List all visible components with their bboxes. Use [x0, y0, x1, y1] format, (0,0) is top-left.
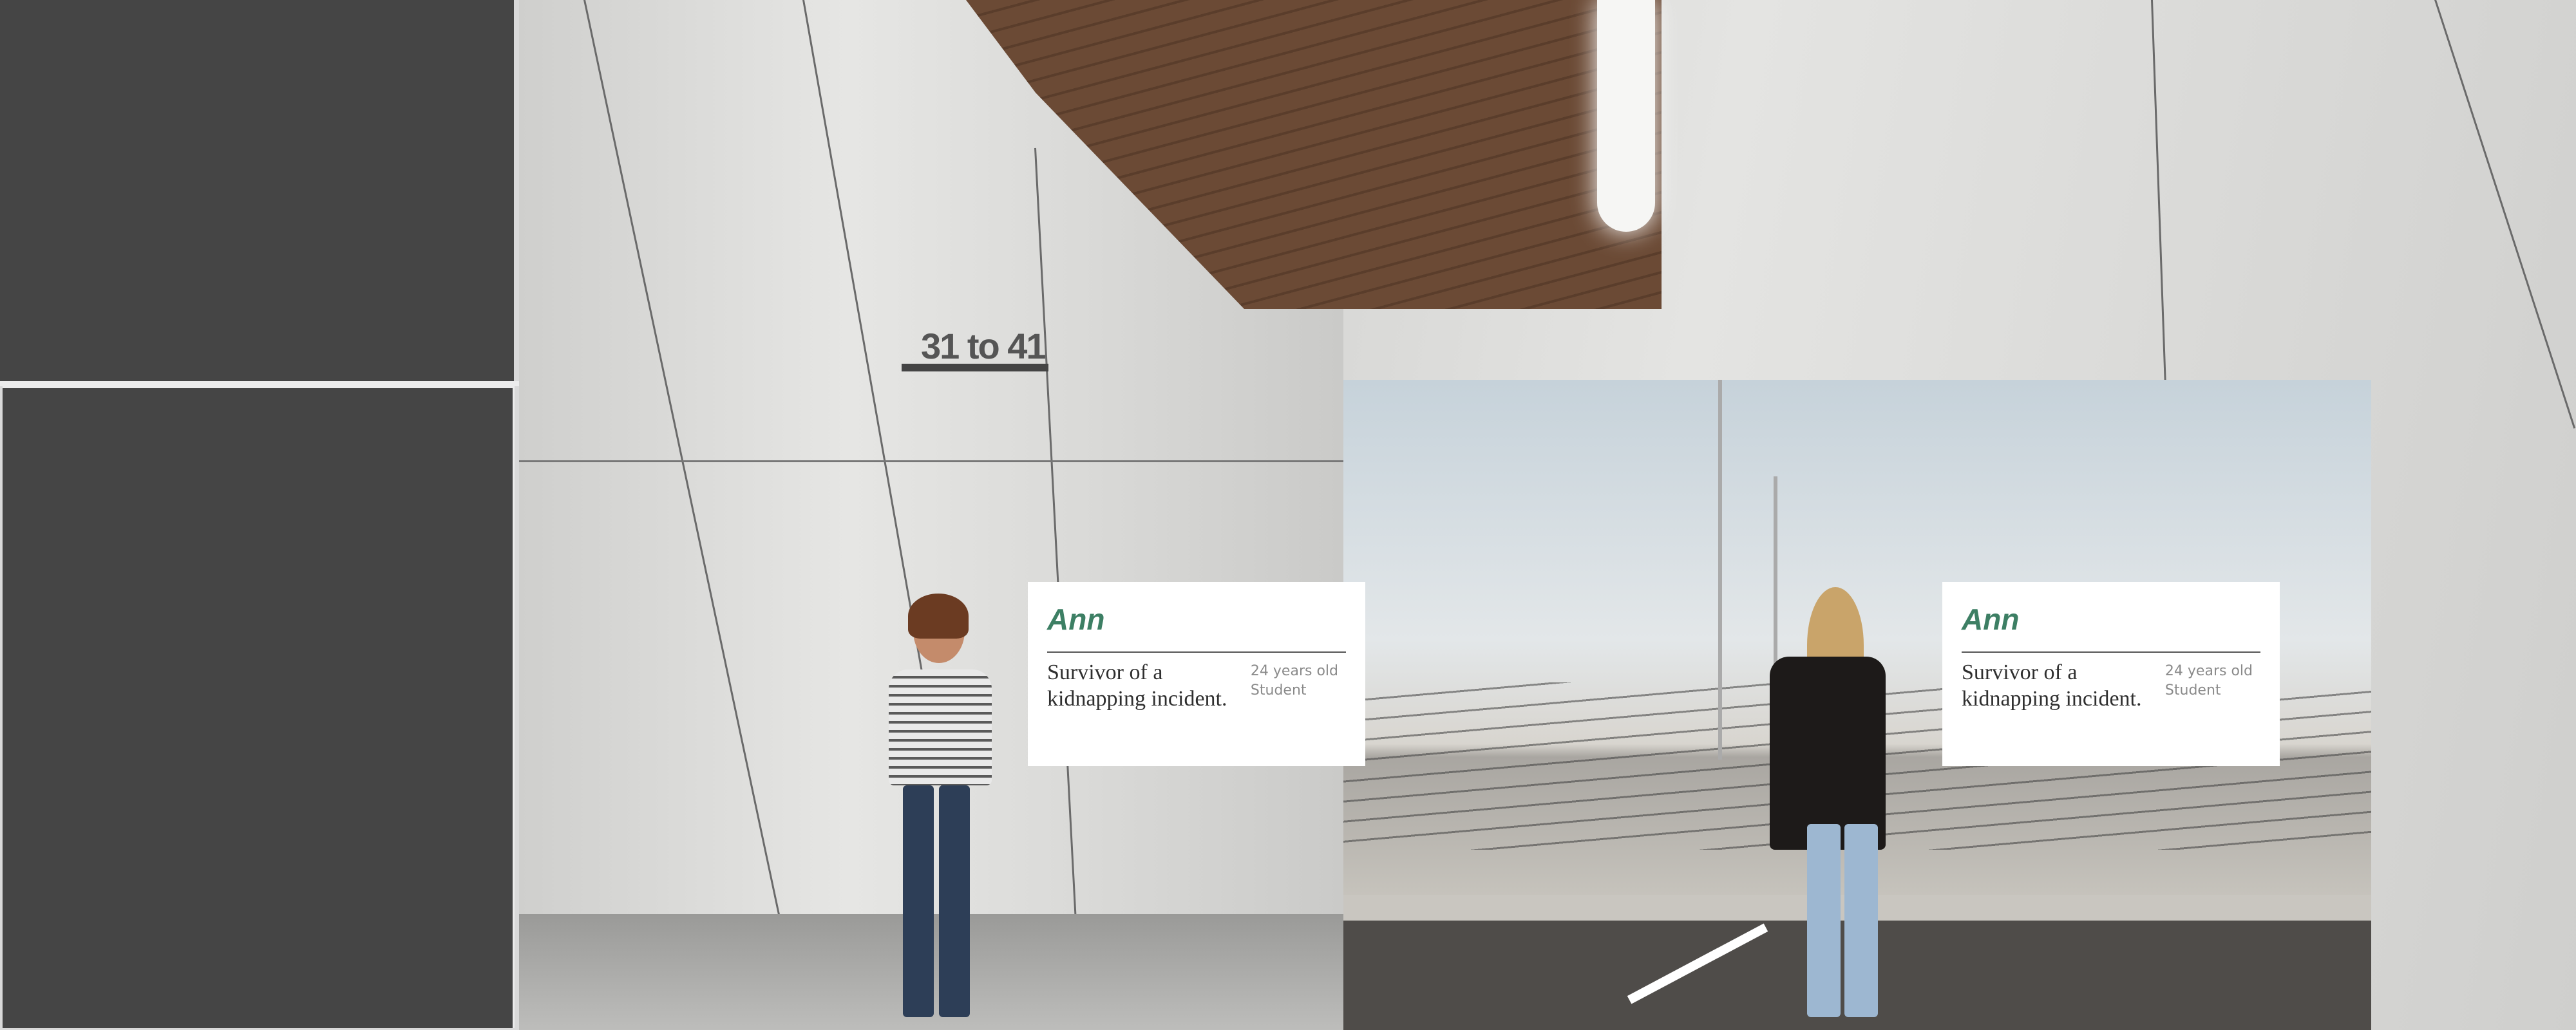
- profile-age: 24 years old: [1250, 663, 1338, 679]
- empty-panel-bottom: [3, 386, 515, 1028]
- profile-name: Ann: [1047, 603, 1105, 636]
- profile-description: Survivor of a kidnapping incident.: [1962, 660, 2142, 711]
- profile-description: Survivor of a kidnapping incident.: [1047, 660, 1227, 711]
- divider: [1047, 651, 1346, 653]
- panel-divider: [0, 381, 519, 386]
- profile-card: Ann Survivor of a kidnapping incident. 2…: [1942, 582, 2280, 766]
- profile-occupation: Student: [2164, 682, 2221, 698]
- person-left: [863, 594, 1030, 1030]
- profile-occupation: Student: [1250, 682, 1307, 698]
- person-right: [1752, 587, 1906, 1030]
- ceiling-light: [1597, 0, 1655, 232]
- profile-age: 24 years old: [2164, 663, 2253, 679]
- empty-panel-top: [0, 0, 514, 381]
- divider: [1962, 651, 2260, 653]
- room-number-sign: 31 to 41: [902, 325, 1048, 375]
- profile-name: Ann: [1962, 603, 2020, 636]
- profile-card: Ann Survivor of a kidnapping incident. 2…: [1028, 582, 1365, 766]
- sign-text: 31 to 41: [921, 326, 1046, 366]
